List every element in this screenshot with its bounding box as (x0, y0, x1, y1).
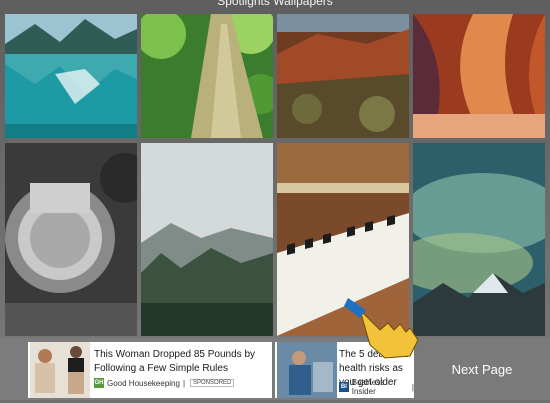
ad-thumbnail (277, 342, 337, 398)
ad-source-name: Good Housekeeping (107, 378, 180, 388)
pointing-hand-icon (344, 298, 419, 359)
next-page-button[interactable]: Next Page (414, 338, 550, 400)
wallpaper-tile-slot-canyon[interactable] (413, 14, 545, 138)
wallpaper-grid (0, 0, 550, 340)
ad-headline[interactable]: This Woman Dropped 85 Pounds by Followin… (94, 348, 270, 376)
wallpaper-tile-canyon-rocks[interactable] (277, 14, 409, 138)
wallpaper-tile-lake-mountains[interactable] (5, 14, 137, 138)
app-window: Spotlights Wallpapers This Woman Dropped… (0, 0, 550, 400)
wallpaper-tile-tree-trunk[interactable] (141, 14, 273, 138)
sponsored-badge: SPONSORED (190, 379, 235, 387)
source-logo: GH (94, 378, 104, 388)
wallpaper-tile-aurora-mountains[interactable] (413, 143, 545, 336)
wallpaper-tile-camera-lens[interactable] (5, 143, 137, 336)
ad-source-name: Business Insider (351, 378, 385, 396)
ad-source: GH Good Housekeeping | SPONSORED (94, 378, 235, 388)
source-logo: BI (339, 382, 349, 392)
ad-source: BI Business Insider | (339, 378, 414, 396)
wallpaper-tile-misty-forest[interactable] (141, 143, 273, 336)
ad-card-weight-loss[interactable]: This Woman Dropped 85 Pounds by Followin… (28, 342, 272, 398)
separator: | (182, 378, 186, 388)
ad-thumbnail (30, 342, 90, 398)
